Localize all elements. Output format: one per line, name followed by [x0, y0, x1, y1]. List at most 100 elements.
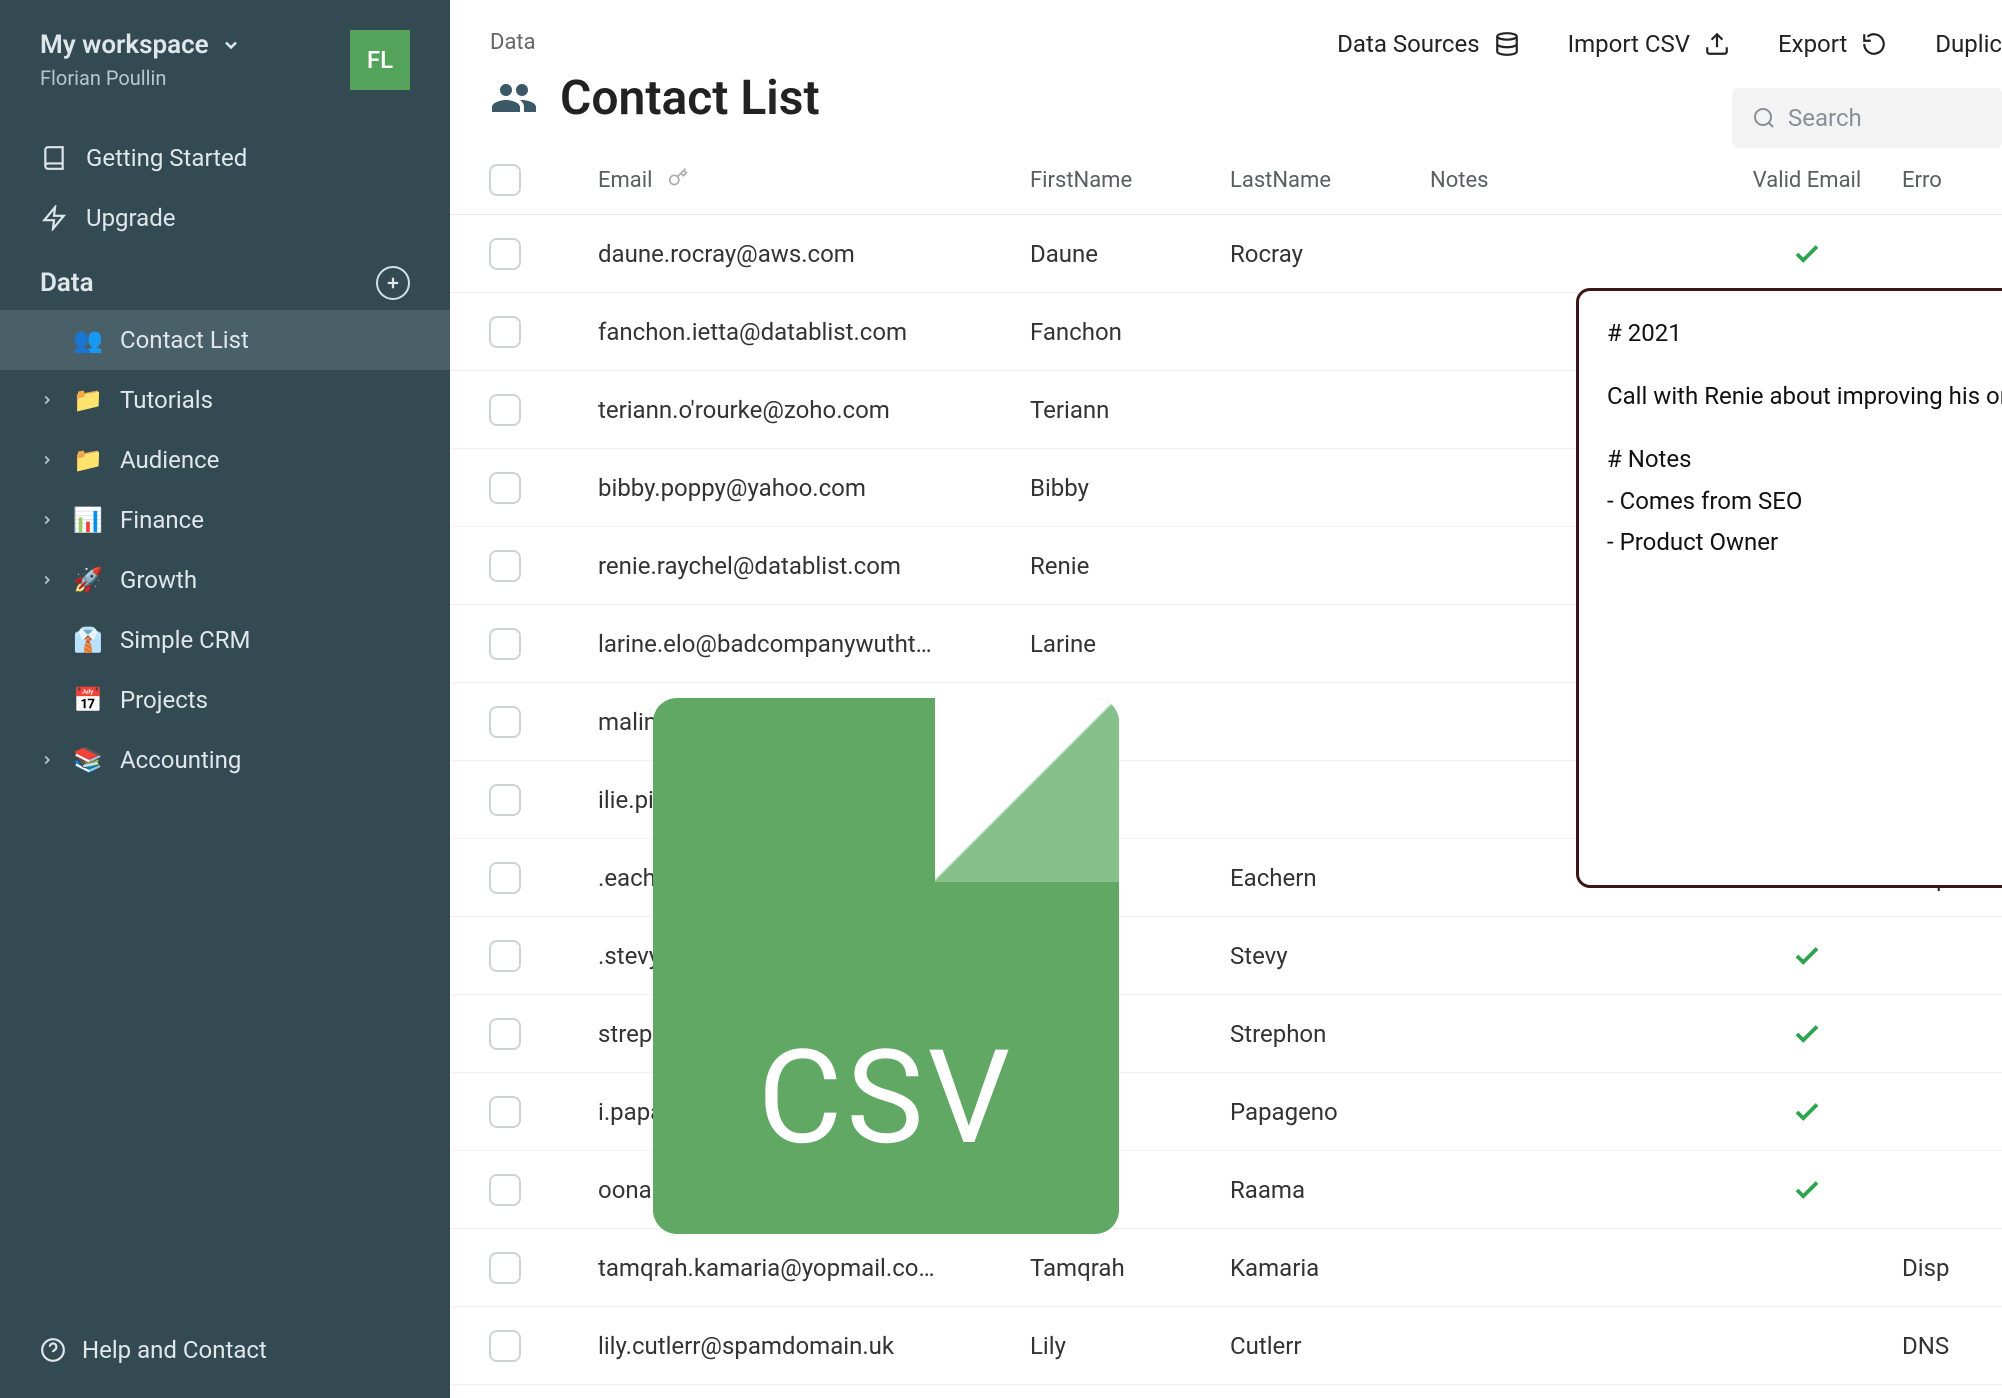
row-checkbox[interactable]: [489, 706, 521, 738]
csv-file-graphic: CSV: [653, 698, 1119, 1234]
row-checkbox[interactable]: [489, 1252, 521, 1284]
chevron-right-icon: [40, 573, 56, 587]
import-csv-button[interactable]: Import CSV: [1568, 30, 1730, 58]
chevron-right-icon: [40, 393, 56, 407]
cell-email: fanchon.ietta@datablist.com: [560, 318, 1030, 346]
row-checkbox[interactable]: [489, 472, 521, 504]
cell-email: daune.rocray@aws.com: [560, 240, 1030, 268]
check-icon: [1792, 1097, 1822, 1127]
book-icon: [40, 145, 68, 171]
sidebar-item-projects[interactable]: 📅Projects: [0, 670, 450, 730]
folder-icon: 📚: [74, 746, 102, 774]
table-row[interactable]: tamqrah.kamaria@yopmail.co…TamqrahKamari…: [450, 1229, 2002, 1307]
row-checkbox[interactable]: [489, 550, 521, 582]
upload-icon: [1704, 31, 1730, 57]
toolbar: Data Sources Import CSV Export Duplic: [1337, 30, 2002, 58]
sidebar-item-getting-started[interactable]: Getting Started: [0, 128, 450, 188]
sidebar-section-data: Data: [0, 256, 450, 310]
sidebar-item-label: Upgrade: [86, 204, 176, 232]
toolbar-label: Import CSV: [1568, 30, 1690, 58]
cell-valid: [1712, 239, 1902, 269]
sidebar: My workspace Florian Poullin FL Getting …: [0, 0, 450, 1398]
row-checkbox[interactable]: [489, 1330, 521, 1362]
sidebar-item-tutorials[interactable]: 📁Tutorials: [0, 370, 450, 430]
cell-firstname: Bibby: [1030, 474, 1230, 502]
column-header-email[interactable]: Email: [560, 167, 1030, 193]
column-header-valid-email[interactable]: Valid Email: [1712, 168, 1902, 193]
cell-email: lily.cutlerr@spamdomain.uk: [560, 1332, 1030, 1360]
search-input[interactable]: Search: [1732, 88, 2002, 148]
sidebar-item-audience[interactable]: 📁Audience: [0, 430, 450, 490]
toolbar-label: Duplic: [1935, 30, 2002, 58]
cell-lastname: Strephon: [1230, 1020, 1430, 1048]
row-checkbox[interactable]: [489, 940, 521, 972]
note-line: - Product Owner: [1607, 524, 2002, 561]
table-row[interactable]: daune.rocray@aws.comDauneRocray: [450, 215, 2002, 293]
sidebar-help[interactable]: Help and Contact: [0, 1312, 450, 1398]
row-checkbox[interactable]: [489, 394, 521, 426]
cell-email: larine.elo@badcompanywutht…: [560, 630, 1030, 658]
row-checkbox[interactable]: [489, 628, 521, 660]
sidebar-item-accounting[interactable]: 📚Accounting: [0, 730, 450, 790]
duplicates-button[interactable]: Duplic: [1935, 30, 2002, 58]
lightning-icon: [40, 205, 68, 231]
export-button[interactable]: Export: [1778, 30, 1887, 58]
sidebar-item-label: Finance: [120, 506, 204, 534]
row-checkbox[interactable]: [489, 316, 521, 348]
export-icon: [1861, 31, 1887, 57]
row-checkbox[interactable]: [489, 862, 521, 894]
chevron-right-icon: [40, 513, 56, 527]
sidebar-item-label: Simple CRM: [120, 626, 251, 654]
cell-lastname: Eachern: [1230, 864, 1430, 892]
sidebar-item-label: Tutorials: [120, 386, 213, 414]
column-header-firstname[interactable]: FirstName: [1030, 168, 1230, 193]
add-data-button[interactable]: [376, 266, 410, 300]
workspace-switcher[interactable]: My workspace: [40, 30, 241, 60]
chevron-right-icon: [40, 453, 56, 467]
cell-firstname: Lily: [1030, 1332, 1230, 1360]
folder-icon: 📅: [74, 686, 102, 714]
workspace-name: My workspace: [40, 30, 209, 60]
table-row[interactable]: lily.cutlerr@spamdomain.ukLilyCutlerrDNS: [450, 1307, 2002, 1385]
sidebar-item-label: Getting Started: [86, 144, 247, 172]
help-icon: [40, 1337, 66, 1363]
sidebar-item-label: Growth: [120, 566, 197, 594]
sidebar-section-label: Data: [40, 268, 94, 298]
cell-valid: [1712, 941, 1902, 971]
row-checkbox[interactable]: [489, 1174, 521, 1206]
sidebar-item-finance[interactable]: 📊Finance: [0, 490, 450, 550]
key-icon: [668, 168, 688, 193]
sidebar-item-contact-list[interactable]: 👥Contact List: [0, 310, 450, 370]
cell-lastname: Stevy: [1230, 942, 1430, 970]
check-icon: [1792, 239, 1822, 269]
data-sources-button[interactable]: Data Sources: [1337, 30, 1519, 58]
sidebar-item-upgrade[interactable]: Upgrade: [0, 188, 450, 248]
cell-firstname: Teriann: [1030, 396, 1230, 424]
row-checkbox[interactable]: [489, 1096, 521, 1128]
sidebar-item-growth[interactable]: 🚀Growth: [0, 550, 450, 610]
sidebar-help-label: Help and Contact: [82, 1336, 267, 1364]
column-header-notes[interactable]: Notes: [1430, 168, 1712, 193]
cell-email: teriann.o'rourke@zoho.com: [560, 396, 1030, 424]
cell-error: DNS: [1902, 1332, 2002, 1360]
notes-popover[interactable]: # 2021 Call with Renie about improving h…: [1576, 288, 2002, 888]
folder-icon: 👔: [74, 626, 102, 654]
column-header-lastname[interactable]: LastName: [1230, 168, 1430, 193]
sidebar-item-simple-crm[interactable]: 👔 Simple CRM: [0, 610, 450, 670]
cell-firstname: Daune: [1030, 240, 1230, 268]
row-checkbox[interactable]: [489, 1018, 521, 1050]
row-checkbox[interactable]: [489, 784, 521, 816]
column-header-error[interactable]: Erro: [1902, 168, 2002, 193]
cell-email: tamqrah.kamaria@yopmail.co…: [560, 1254, 1030, 1282]
folder-icon: 👥: [74, 326, 102, 354]
cell-firstname: Tamqrah: [1030, 1254, 1230, 1282]
check-icon: [1792, 1019, 1822, 1049]
database-icon: [1494, 31, 1520, 57]
row-checkbox[interactable]: [489, 238, 521, 270]
note-line: # Notes: [1607, 441, 2002, 478]
cell-error: Disp: [1902, 1254, 2002, 1282]
avatar[interactable]: FL: [350, 30, 410, 90]
toolbar-label: Data Sources: [1337, 30, 1479, 58]
select-all-checkbox[interactable]: [489, 164, 521, 196]
column-label: Email: [598, 168, 652, 193]
